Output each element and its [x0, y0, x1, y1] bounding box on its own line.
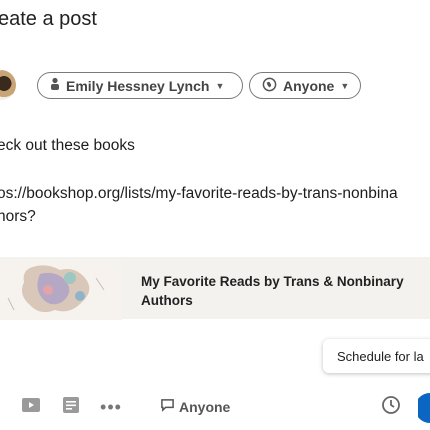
schedule-button[interactable]: [378, 394, 404, 420]
person-icon: [50, 77, 60, 94]
chevron-down-icon: ▼: [215, 80, 225, 91]
document-icon: [62, 396, 80, 419]
visibility-label: Anyone: [283, 77, 335, 94]
modal-title: eate a post: [0, 8, 97, 30]
post-text-line[interactable]: eck out these books: [0, 137, 135, 155]
video-button[interactable]: [18, 394, 44, 420]
chat-bubble-icon: [160, 398, 175, 415]
schedule-tooltip: Schedule for la: [323, 339, 430, 373]
visibility-selector-button[interactable]: Anyone ▼: [249, 72, 361, 99]
avatar: [0, 70, 16, 100]
chevron-down-icon: ▼: [340, 80, 350, 91]
document-button[interactable]: [58, 394, 84, 420]
link-preview-image: [0, 260, 131, 320]
post-text-line[interactable]: os://bookshop.org/lists/my-favorite-read…: [0, 185, 398, 203]
author-name: Emily Hessney Lynch: [66, 77, 210, 94]
link-preview-title: My Favorite Reads by Trans & Nonbinary A…: [141, 274, 404, 308]
globe-icon: [262, 77, 277, 95]
post-text-line[interactable]: hors?: [0, 208, 36, 226]
footer-visibility-label: Anyone: [179, 398, 231, 415]
clock-icon: [381, 395, 401, 420]
footer-visibility-button[interactable]: Anyone: [160, 398, 230, 415]
more-icon: •••: [100, 396, 122, 417]
more-options-button[interactable]: •••: [98, 394, 124, 420]
post-button[interactable]: [415, 393, 430, 423]
author-selector-button[interactable]: Emily Hessney Lynch ▼: [37, 72, 243, 99]
video-icon: [21, 397, 41, 418]
